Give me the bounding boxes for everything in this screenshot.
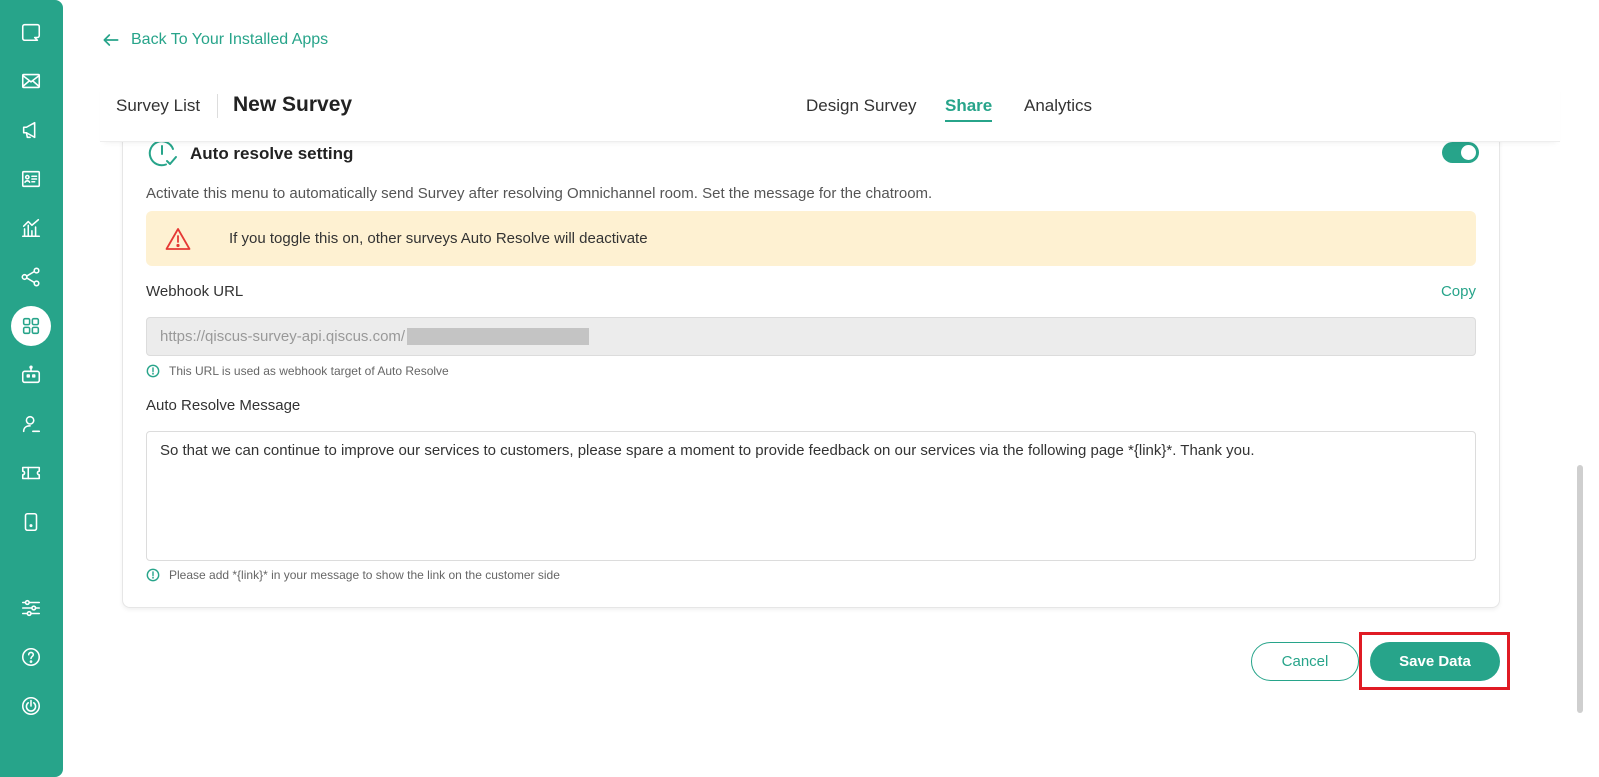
analytics-icon[interactable] [11,208,51,248]
auto-resolve-toggle[interactable] [1442,142,1479,163]
save-data-button[interactable]: Save Data [1370,642,1500,681]
settings-sliders-icon[interactable] [11,588,51,628]
message-hint: Please add *{link}* in your message to s… [146,568,560,582]
power-icon[interactable] [11,686,51,726]
chat-icon[interactable] [11,12,51,52]
webhook-hint: This URL is used as webhook target of Au… [146,364,449,378]
back-link-label: Back To Your Installed Apps [131,31,329,48]
auto-resolve-card: Auto resolve setting Activate this menu … [122,110,1500,608]
redacted-segment [407,328,590,345]
warning-text: If you toggle this on, other surveys Aut… [229,230,648,247]
arrow-left-icon [103,34,119,46]
webhook-url-value: https://qiscus-survey-api.qiscus.com/ [160,328,406,345]
breadcrumb-divider [217,94,218,118]
auto-resolve-title: Auto resolve setting [190,144,354,163]
webhook-url-field[interactable]: https://qiscus-survey-api.qiscus.com/ [146,317,1476,356]
integration-icon[interactable] [11,257,51,297]
auto-resolve-description: Activate this menu to automatically send… [146,185,933,202]
bot-icon[interactable] [11,355,51,395]
auto-resolve-message-textarea[interactable]: So that we can continue to improve our s… [146,431,1476,561]
sidebar [0,0,63,777]
ticket-icon[interactable] [11,453,51,493]
apps-icon[interactable] [11,306,51,346]
mobile-icon[interactable] [11,502,51,542]
info-icon [146,364,160,378]
webhook-hint-text: This URL is used as webhook target of Au… [169,364,449,378]
mail-icon[interactable] [11,61,51,101]
tab-design-survey[interactable]: Design Survey [806,96,917,116]
auto-resolve-message-label: Auto Resolve Message [146,397,301,414]
info-icon [146,568,160,582]
page-title: New Survey [233,93,353,116]
survey-header: Survey List New Survey Design Survey Sha… [100,84,1560,142]
contact-card-icon[interactable] [11,159,51,199]
webhook-url-label: Webhook URL [146,283,244,300]
message-hint-text: Please add *{link}* in your message to s… [169,568,560,582]
tab-analytics[interactable]: Analytics [1024,96,1092,116]
breadcrumb-survey-list[interactable]: Survey List [116,96,200,116]
cancel-button[interactable]: Cancel [1251,642,1359,681]
warning-icon [165,227,191,250]
agent-icon[interactable] [11,404,51,444]
copy-button[interactable]: Copy [1441,283,1476,300]
back-to-installed-apps-link[interactable]: Back To Your Installed Apps [101,30,328,50]
help-icon[interactable] [11,637,51,677]
tab-share[interactable]: Share [945,96,993,122]
warning-banner: If you toggle this on, other surveys Aut… [146,211,1476,266]
broadcast-icon[interactable] [11,110,51,150]
scrollbar-thumb[interactable] [1577,465,1583,713]
